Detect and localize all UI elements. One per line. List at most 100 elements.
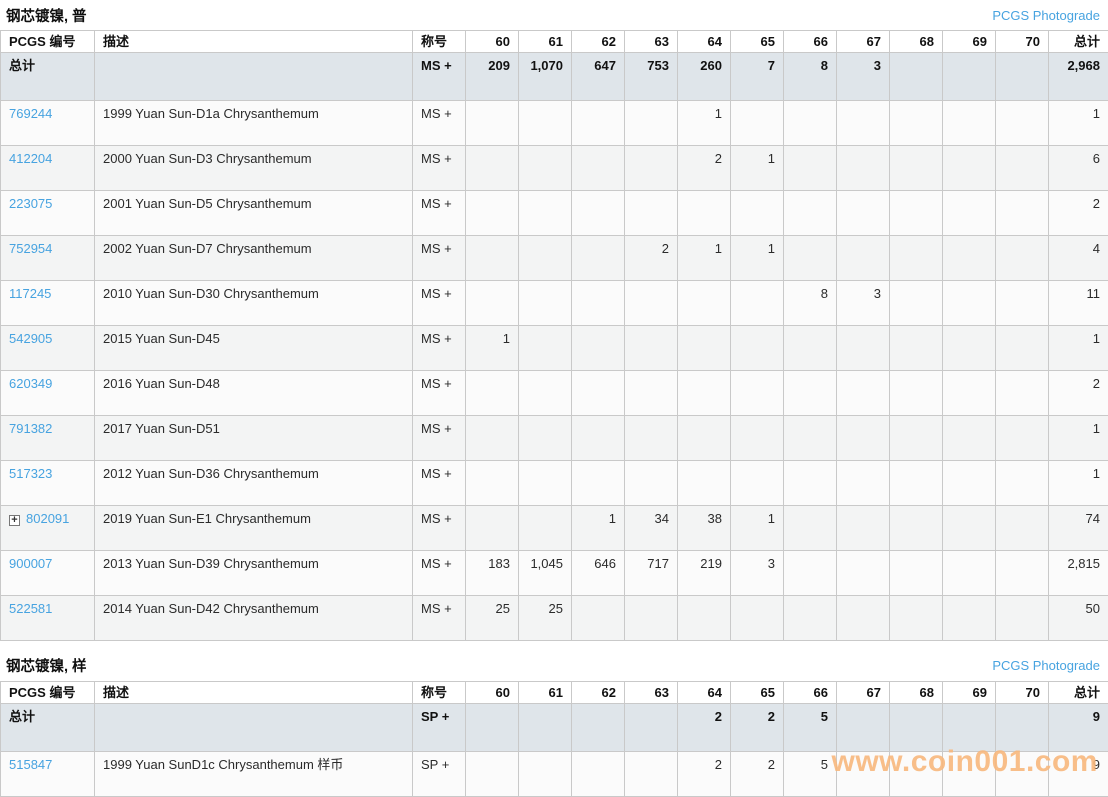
section-header: 钢芯镀镍, 样PCGS Photograde bbox=[0, 641, 1108, 681]
grade-62-cell bbox=[572, 191, 625, 236]
column-header-grade-62: 62 bbox=[572, 31, 625, 53]
description-cell: 2000 Yuan Sun-D3 Chrysanthemum bbox=[95, 146, 413, 191]
pcgs-number-link[interactable]: 412204 bbox=[9, 151, 52, 166]
column-header-description: 描述 bbox=[95, 682, 413, 704]
grade-64-cell bbox=[678, 191, 731, 236]
grade-60-cell bbox=[466, 281, 519, 326]
designation-cell: MS + bbox=[413, 416, 466, 461]
column-header-grade-67: 67 bbox=[837, 31, 890, 53]
grade-63-cell bbox=[625, 326, 678, 371]
grade-63-total-cell bbox=[625, 704, 678, 752]
description-cell: 1999 Yuan SunD1c Chrysanthemum 样币 bbox=[95, 752, 413, 797]
pcgs-number-cell: 517323 bbox=[1, 461, 95, 506]
description-cell: 2010 Yuan Sun-D30 Chrysanthemum bbox=[95, 281, 413, 326]
grade-69-cell bbox=[943, 236, 996, 281]
grade-65-cell: 3 bbox=[731, 551, 784, 596]
pcgs-number-link[interactable]: 620349 bbox=[9, 376, 52, 391]
grade-61-total-cell: 1,070 bbox=[519, 53, 572, 101]
grade-63-cell bbox=[625, 146, 678, 191]
grade-69-cell bbox=[943, 506, 996, 551]
grade-61-cell bbox=[519, 416, 572, 461]
description-cell: 2019 Yuan Sun-E1 Chrysanthemum bbox=[95, 506, 413, 551]
column-header-grade-69: 69 bbox=[943, 682, 996, 704]
grade-61-cell bbox=[519, 752, 572, 797]
grade-64-cell bbox=[678, 461, 731, 506]
description-cell: 2001 Yuan Sun-D5 Chrysanthemum bbox=[95, 191, 413, 236]
row-total-cell: 50 bbox=[1049, 596, 1108, 641]
pcgs-number-link[interactable]: 515847 bbox=[9, 757, 52, 772]
grade-62-cell bbox=[572, 461, 625, 506]
designation-cell: SP + bbox=[413, 752, 466, 797]
pcgs-number-link[interactable]: 522581 bbox=[9, 601, 52, 616]
grade-63-cell bbox=[625, 752, 678, 797]
column-header-description: 描述 bbox=[95, 31, 413, 53]
pcgs-photograde-link[interactable]: PCGS Photograde bbox=[992, 8, 1100, 23]
population-table: PCGS 编号描述称号6061626364656667686970总计总计SP … bbox=[0, 681, 1108, 797]
grade-61-cell bbox=[519, 281, 572, 326]
table-row: 5429052015 Yuan Sun-D45MS +11 bbox=[1, 326, 1108, 371]
grade-68-cell bbox=[890, 281, 943, 326]
grade-66-cell bbox=[784, 191, 837, 236]
grade-70-cell bbox=[996, 506, 1049, 551]
grade-70-cell bbox=[996, 461, 1049, 506]
grade-64-cell: 219 bbox=[678, 551, 731, 596]
table-row: 7692441999 Yuan Sun-D1a ChrysanthemumMS … bbox=[1, 101, 1108, 146]
grade-67-cell bbox=[837, 146, 890, 191]
column-header-grade-64: 64 bbox=[678, 31, 731, 53]
section-title: 钢芯镀镍, 普 bbox=[6, 5, 87, 26]
pcgs-number-link[interactable]: 117245 bbox=[9, 286, 51, 301]
grade-66-cell bbox=[784, 461, 837, 506]
grade-63-total-cell: 753 bbox=[625, 53, 678, 101]
column-header-grade-62: 62 bbox=[572, 682, 625, 704]
grade-63-cell bbox=[625, 281, 678, 326]
table-row: 515847 1999 Yuan SunD1c Chrysanthemum 样币S… bbox=[1, 752, 1108, 797]
pcgs-number-link[interactable]: 769244 bbox=[9, 106, 52, 121]
column-header-total: 总计 bbox=[1049, 682, 1108, 704]
pcgs-number-link[interactable]: 752954 bbox=[9, 241, 52, 256]
grade-69-cell bbox=[943, 191, 996, 236]
row-total-cell: 6 bbox=[1049, 146, 1108, 191]
column-header-grade-60: 60 bbox=[466, 31, 519, 53]
grade-64-cell: 1 bbox=[678, 101, 731, 146]
grade-67-cell: 3 bbox=[837, 281, 890, 326]
pcgs-number-link[interactable]: 802091 bbox=[26, 511, 69, 526]
grade-60-cell: 1 bbox=[466, 326, 519, 371]
grade-63-cell: 2 bbox=[625, 236, 678, 281]
pcgs-number-link[interactable]: 517323 bbox=[9, 466, 52, 481]
grade-66-cell bbox=[784, 371, 837, 416]
pcgs-number-link[interactable]: 791382 bbox=[9, 421, 52, 436]
pcgs-photograde-link[interactable]: PCGS Photograde bbox=[992, 658, 1100, 673]
designation-cell: MS + bbox=[413, 596, 466, 641]
grade-67-total-cell bbox=[837, 704, 890, 752]
grade-69-cell bbox=[943, 326, 996, 371]
pcgs-number-link[interactable]: 223075 bbox=[9, 196, 52, 211]
designation-cell: MS + bbox=[413, 146, 466, 191]
grade-62-cell bbox=[572, 146, 625, 191]
column-header-grade-67: 67 bbox=[837, 682, 890, 704]
grade-70-cell bbox=[996, 146, 1049, 191]
column-header-pcgs-number: PCGS 编号 bbox=[1, 31, 95, 53]
table-row: 6203492016 Yuan Sun-D48MS +2 bbox=[1, 371, 1108, 416]
pcgs-number-cell: 620349 bbox=[1, 371, 95, 416]
grand-total-cell: 2,968 bbox=[1049, 53, 1108, 101]
pcgs-number-link[interactable]: 542905 bbox=[9, 331, 52, 346]
grade-66-cell bbox=[784, 101, 837, 146]
designation-cell: MS + bbox=[413, 506, 466, 551]
grade-69-total-cell bbox=[943, 704, 996, 752]
expand-plus-icon[interactable]: + bbox=[9, 515, 20, 526]
grade-68-total-cell bbox=[890, 53, 943, 101]
grade-67-cell bbox=[837, 461, 890, 506]
row-total-cell: 2,815 bbox=[1049, 551, 1108, 596]
grade-61-total-cell bbox=[519, 704, 572, 752]
grade-67-cell bbox=[837, 191, 890, 236]
designation-cell: SP + bbox=[413, 704, 466, 752]
column-header-grade-66: 66 bbox=[784, 31, 837, 53]
grade-68-cell bbox=[890, 101, 943, 146]
column-header-designation: 称号 bbox=[413, 682, 466, 704]
grade-61-cell bbox=[519, 326, 572, 371]
grade-70-cell bbox=[996, 326, 1049, 371]
grade-62-cell bbox=[572, 596, 625, 641]
pcgs-number-link[interactable]: 900007 bbox=[9, 556, 52, 571]
grade-66-cell bbox=[784, 326, 837, 371]
row-total-cell: 1 bbox=[1049, 101, 1108, 146]
